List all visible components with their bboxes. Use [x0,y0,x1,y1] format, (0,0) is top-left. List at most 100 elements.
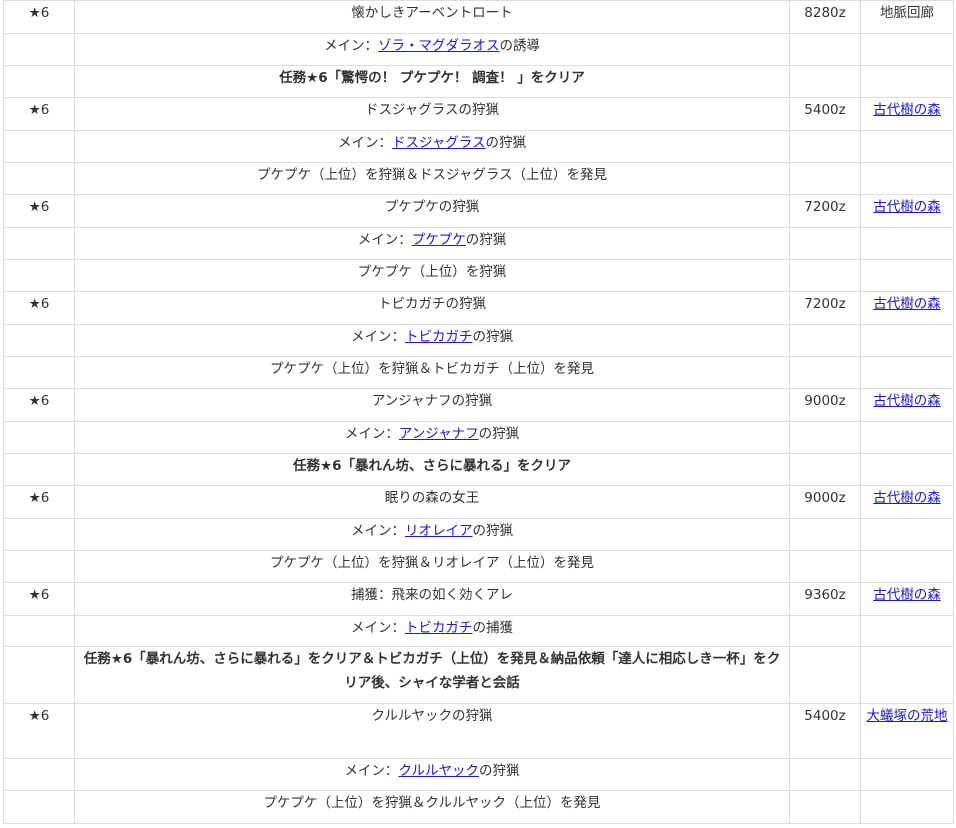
quest-area-link[interactable]: 古代樹の森 [873,102,941,118]
empty-cell [789,646,861,704]
empty-cell [789,259,861,292]
quest-reward: 8280z [789,0,861,34]
quest-condition-row: プケプケ（上位）を狩猟＆クルルヤック（上位）を発見 [3,790,954,824]
quest-area: 古代樹の森 [860,291,954,325]
quest-reward: 7200z [789,291,861,325]
empty-cell [789,356,861,389]
quest-area-link[interactable]: 古代樹の森 [873,393,941,409]
quest-reward: 7200z [789,194,861,228]
monster-link[interactable]: トビカガチ [405,329,473,345]
empty-cell [3,356,75,389]
quest-row: ★6 捕獲：飛来の如く効くアレ 9360z 古代樹の森 [3,582,954,616]
quest-row: ★6 アンジャナフの狩猟 9000z 古代樹の森 [3,388,954,422]
quest-rank: ★6 [3,485,75,519]
quest-area-link[interactable]: 古代樹の森 [873,490,941,506]
main-suffix: の誘導 [499,38,541,54]
empty-cell [3,615,75,647]
empty-cell [3,421,75,454]
empty-cell [789,615,861,647]
empty-cell [860,518,954,551]
quest-area: 地脈回廊 [860,0,954,34]
quest-reward: 5400z [789,97,861,131]
main-label: メイン： [351,523,405,539]
empty-cell [3,453,75,486]
quest-reward: 9000z [789,388,861,422]
empty-cell [3,227,75,260]
empty-cell [860,162,954,195]
empty-cell [3,518,75,551]
quest-main-objective: メイン：トビカガチの捕獲 [74,615,790,647]
quest-main-objective: メイン：アンジャナフの狩猟 [74,421,790,454]
quest-area-link[interactable]: 大蟻塚の荒地 [867,708,948,724]
quest-main-row: メイン：ドスジャグラスの狩猟 [3,130,954,163]
quest-rank: ★6 [3,97,75,131]
empty-cell [860,356,954,389]
empty-cell [3,790,75,824]
monster-link[interactable]: プケプケ [412,232,466,248]
monster-link[interactable]: トビカガチ [405,620,473,636]
monster-link[interactable]: クルルヤック [398,763,479,779]
quest-condition-row: プケプケ（上位）を狩猟＆リオレイア（上位）を発見 [3,550,954,583]
quest-area-link[interactable]: 古代樹の森 [873,199,941,215]
main-label: メイン： [344,763,399,779]
quest-area: 古代樹の森 [860,194,954,228]
quest-main-row: メイン：ゾラ・マグダラオスの誘導 [3,33,954,66]
monster-link[interactable]: ゾラ・マグダラオス [378,38,500,54]
empty-cell [789,130,861,163]
quest-name: トビカガチの狩猟 [74,291,790,325]
quest-area-text: 地脈回廊 [880,5,934,21]
quest-row: ★6 クルルヤックの狩猟 5400z 大蟻塚の荒地 [3,703,954,759]
quest-main-objective: メイン：クルルヤックの狩猟 [74,758,790,791]
empty-cell [860,65,954,98]
quest-main-objective: メイン：トビカガチの狩猟 [74,324,790,357]
quest-condition-row: プケプケ（上位）を狩猟＆トビカガチ（上位）を発見 [3,356,954,389]
empty-cell [789,453,861,486]
monster-link[interactable]: リオレイア [405,523,473,539]
main-suffix: の狩猟 [479,763,520,779]
empty-cell [3,324,75,357]
quest-name: 捕獲：飛来の如く効くアレ [74,582,790,616]
empty-cell [860,758,954,791]
monster-link[interactable]: アンジャナフ [399,426,479,442]
quest-row: ★6 懐かしきアーベントロート 8280z 地脈回廊 [3,0,954,34]
empty-cell [860,615,954,647]
empty-cell [789,227,861,260]
main-suffix: の狩猟 [478,426,520,442]
empty-cell [860,259,954,292]
quest-condition-row: プケプケ（上位）を狩猟 [3,259,954,292]
quest-unlock-condition: 任務★6「驚愕の！ プケプケ！ 調査！ 」をクリア [74,65,790,98]
main-label: メイン： [324,38,378,54]
quest-area: 古代樹の森 [860,485,954,519]
quest-main-objective: メイン：プケプケの狩猟 [74,227,790,260]
quest-main-objective: メイン：ドスジャグラスの狩猟 [74,130,790,163]
quest-main-row: メイン：クルルヤックの狩猟 [3,758,954,791]
quest-table-body: ★6 懐かしきアーベントロート 8280z 地脈回廊 メイン：ゾラ・マグダラオスの誘導任… [3,0,954,824]
quest-area-link[interactable]: 古代樹の森 [873,587,941,603]
empty-cell [3,646,75,704]
quest-main-row: メイン：リオレイアの狩猟 [3,518,954,551]
empty-cell [860,453,954,486]
quest-area-link[interactable]: 古代樹の森 [873,296,941,312]
quest-unlock-condition: プケプケ（上位）を狩猟＆ドスジャグラス（上位）を発見 [74,162,790,195]
quest-reward: 9360z [789,582,861,616]
monster-link[interactable]: ドスジャグラス [392,135,486,151]
empty-cell [3,758,75,791]
empty-cell [3,162,75,195]
quest-name: 懐かしきアーベントロート [74,0,790,34]
empty-cell [860,421,954,454]
empty-cell [3,33,75,66]
empty-cell [860,227,954,260]
quest-condition-row: 任務★6「暴れん坊、さらに暴れる」をクリア [3,453,954,486]
quest-area: 古代樹の森 [860,582,954,616]
empty-cell [3,65,75,98]
main-label: メイン： [344,426,399,442]
quest-name: プケプケの狩猟 [74,194,790,228]
empty-cell [860,550,954,583]
empty-cell [789,518,861,551]
quest-name: クルルヤックの狩猟 [74,703,790,759]
quest-row: ★6 プケプケの狩猟 7200z 古代樹の森 [3,194,954,228]
empty-cell [789,550,861,583]
empty-cell [789,421,861,454]
empty-cell [3,130,75,163]
quest-unlock-condition: プケプケ（上位）を狩猟＆クルルヤック（上位）を発見 [74,790,790,824]
